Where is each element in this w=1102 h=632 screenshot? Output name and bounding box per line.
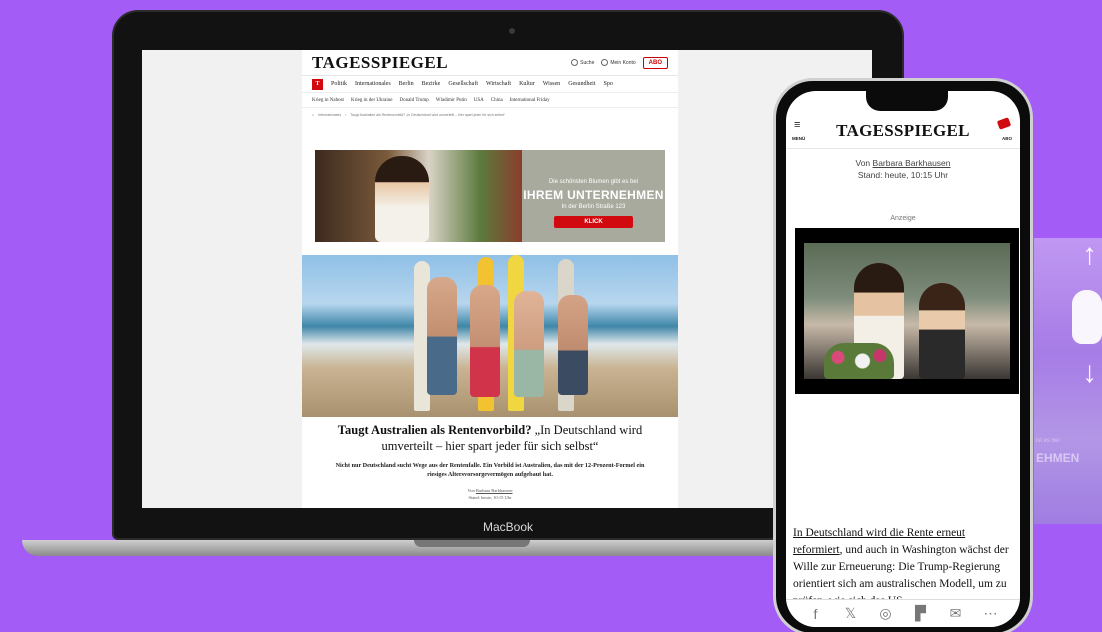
breadcrumb: ⌂ Internationales › Taugt Australien als… <box>302 108 678 121</box>
article-lede: Nicht nur Deutschland sucht Wege aus der… <box>335 462 645 478</box>
topic-item[interactable]: International Friday <box>510 98 550 103</box>
site-header: TAGESSPIEGEL Suche Mein Konto ABO <box>302 50 678 76</box>
hero-image <box>302 255 678 417</box>
mail-icon[interactable]: ✉ <box>946 605 966 622</box>
article-date: Stand: heute, 10:15 Uhr <box>468 495 512 500</box>
breadcrumb-item[interactable]: Internationales <box>318 113 341 117</box>
user-icon <box>601 59 609 66</box>
arrow-up-icon: ↑ <box>1082 238 1097 271</box>
nav-item-internationales[interactable]: Internationales <box>355 81 391 87</box>
nav-item-sport[interactable]: Spo <box>604 81 613 87</box>
nav-item-kultur[interactable]: Kultur <box>519 81 535 87</box>
article-byline: Von Barbara Barkhausen Stand: heute, 10:… <box>467 488 513 500</box>
search-icon <box>571 59 579 66</box>
ad-banner[interactable]: Die schönsten Blumen gibt es bei IHREM U… <box>315 150 665 242</box>
nav-item-gesellschaft[interactable]: Gesellschaft <box>448 81 478 87</box>
phone-notch <box>866 91 948 111</box>
abo-button[interactable]: ABO <box>642 56 668 69</box>
ad-photo <box>315 150 522 242</box>
more-icon[interactable]: ⋯ <box>981 605 1001 622</box>
phone-byline: Von Barbara Barkhausen Stand: heute, 10:… <box>855 158 951 180</box>
ad-line3: In der Berlin Straße 123 <box>561 204 626 210</box>
nav-item-politik[interactable]: Politik <box>331 81 347 87</box>
phone-logo[interactable]: TAGESSPIEGEL <box>786 121 1020 141</box>
hand-swipe-icon <box>1072 290 1102 344</box>
nav-item-bezirke[interactable]: Bezirke <box>422 81 441 87</box>
phone-ad-photo <box>804 243 1010 379</box>
overlay-small-text: ist es bei <box>1036 438 1060 444</box>
home-icon[interactable]: ⌂ <box>312 113 314 117</box>
phone-header: ≡ MENÜ TAGESSPIEGEL ABO <box>786 109 1020 149</box>
topic-item[interactable]: China <box>491 98 503 103</box>
account-button[interactable]: Mein Konto <box>601 59 636 66</box>
arrow-down-icon: ↓ <box>1082 356 1097 389</box>
ad-person <box>919 283 965 379</box>
topic-item[interactable]: Donald Trump <box>399 98 428 103</box>
article-headline: Taugt Australien als Rentenvorbild? „In … <box>337 423 643 453</box>
ad-label: Anzeige <box>890 215 916 222</box>
surfer <box>558 295 588 395</box>
author-link[interactable]: Barbara Barkhausen <box>873 158 951 168</box>
flipboard-icon[interactable]: ▛ <box>911 605 931 622</box>
ad-line1: Die schönsten Blumen gibt es bei <box>548 179 639 185</box>
nav-item-wirtschaft[interactable]: Wirtschaft <box>486 81 511 87</box>
primary-nav: T Politik Internationales Berlin Bezirke… <box>302 76 678 93</box>
site-logo[interactable]: TAGESSPIEGEL <box>312 53 448 73</box>
phone-screen: ≡ MENÜ TAGESSPIEGEL ABO Von Barbara Bark… <box>786 91 1020 627</box>
abo-label[interactable]: ABO <box>1002 136 1012 141</box>
ad-click-button[interactable]: KLICK <box>554 216 633 228</box>
ad-line2: IHREM UNTERNEHMEN <box>523 188 664 202</box>
overlay-big-text: EHMEN <box>1036 451 1080 465</box>
laptop-notch <box>414 540 530 547</box>
topic-item[interactable]: Krieg in Nahost <box>312 98 344 103</box>
account-label: Mein Konto <box>610 59 636 66</box>
ad-person <box>375 156 429 242</box>
laptop-screen: TAGESSPIEGEL Suche Mein Konto ABO T Poli… <box>142 50 872 508</box>
flowers <box>824 343 894 379</box>
x-icon[interactable]: 𝕏 <box>841 605 861 622</box>
phone: ≡ MENÜ TAGESSPIEGEL ABO Von Barbara Bark… <box>773 78 1033 632</box>
article-body: In Deutschland wird die Rente erneut ref… <box>793 527 1009 607</box>
article-header: Taugt Australien als Rentenvorbild? „In … <box>302 422 678 501</box>
surfer <box>514 291 544 397</box>
surfer <box>427 277 457 395</box>
ad-text: Die schönsten Blumen gibt es bei IHREM U… <box>522 150 665 242</box>
topic-nav: Krieg in Nahost Krieg in der Ukraine Don… <box>302 93 678 108</box>
search-button[interactable]: Suche <box>571 59 594 66</box>
share-bar: f 𝕏 ◎ ▛ ✉ ⋯ <box>786 599 1020 627</box>
nav-item-berlin[interactable]: Berlin <box>399 81 414 87</box>
home-badge[interactable]: T <box>312 78 323 90</box>
topic-item[interactable]: USA <box>474 98 484 103</box>
author-link[interactable]: Barbara Barkhausen <box>476 488 513 493</box>
search-label: Suche <box>580 59 595 66</box>
surfer <box>470 285 500 397</box>
scroll-hint-overlay: ↑ ↓ ist es bei EHMEN <box>1034 238 1102 524</box>
article-page: TAGESSPIEGEL Suche Mein Konto ABO T Poli… <box>302 50 678 508</box>
header-actions: Suche Mein Konto ABO <box>571 56 668 69</box>
breadcrumb-item: Taugt Australien als Rentenvorbild? „In … <box>350 112 505 117</box>
topic-item[interactable]: Wladimir Putin <box>436 98 467 103</box>
nav-item-gesundheit[interactable]: Gesundheit <box>568 81 595 87</box>
nav-item-wissen[interactable]: Wissen <box>543 81 560 87</box>
article-date: Stand: heute, 10:15 Uhr <box>857 170 949 180</box>
phone-ad[interactable] <box>795 228 1019 394</box>
whatsapp-icon[interactable]: ◎ <box>876 605 896 622</box>
breadcrumb-separator: › <box>345 112 347 117</box>
topic-item[interactable]: Krieg in der Ukraine <box>351 98 393 103</box>
laptop-camera <box>509 28 515 34</box>
facebook-icon[interactable]: f <box>806 606 826 622</box>
